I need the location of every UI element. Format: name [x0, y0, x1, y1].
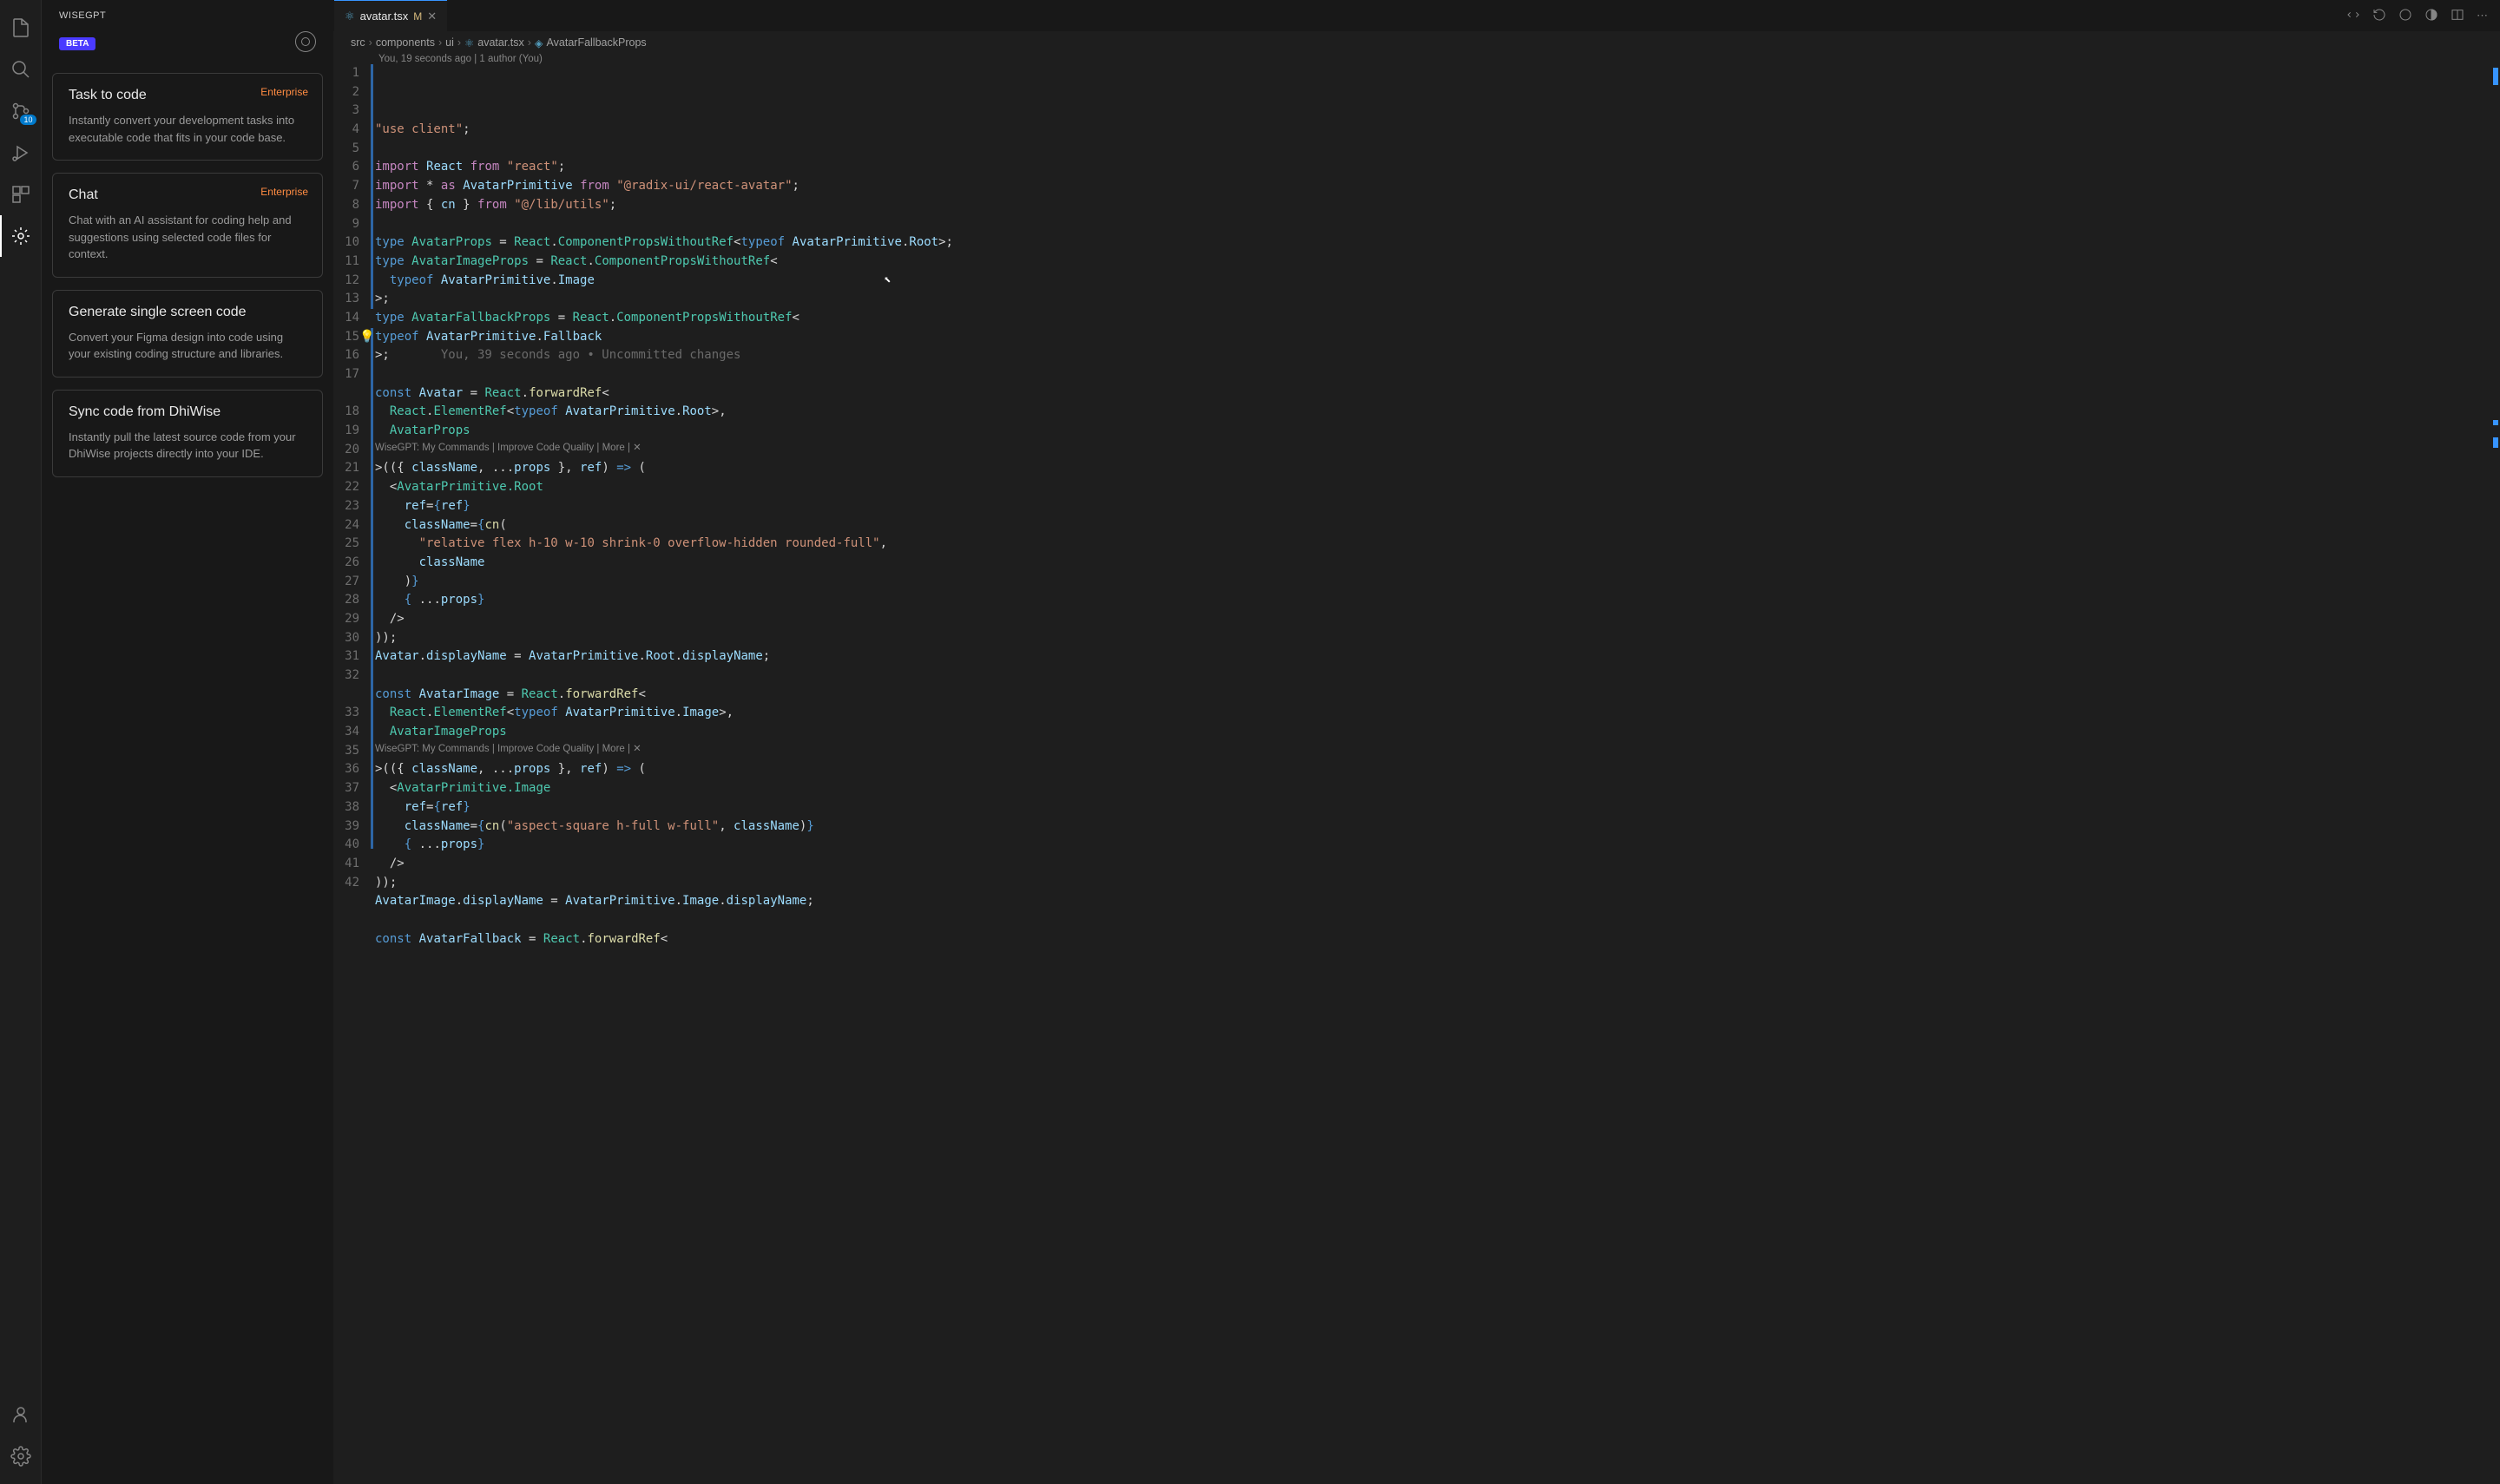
code-line[interactable]: type AvatarProps = React.ComponentPropsW…	[375, 233, 2488, 253]
code-line[interactable]: const AvatarFallback = React.forwardRef<	[375, 930, 2488, 949]
layout-icon[interactable]	[2451, 8, 2464, 24]
code-line[interactable]: ));	[375, 629, 2488, 648]
code-line[interactable]	[375, 215, 2488, 234]
code-line[interactable]: AvatarProps	[375, 422, 2488, 441]
sidebar-card[interactable]: Sync code from DhiWise Instantly pull the…	[52, 390, 323, 477]
search-icon[interactable]	[0, 49, 42, 90]
code-line[interactable]: <AvatarPrimitive.Image	[375, 779, 2488, 798]
split-icon[interactable]	[2424, 8, 2438, 24]
tab-modified-indicator: M	[413, 10, 422, 23]
code-line[interactable]: type AvatarFallbackProps = React.Compone…	[375, 309, 2488, 328]
code-line[interactable]	[375, 365, 2488, 384]
close-icon[interactable]: ✕	[427, 10, 437, 23]
card-desc: Convert your Figma design into code usin…	[69, 329, 306, 363]
card-desc: Chat with an AI assistant for coding hel…	[69, 212, 306, 263]
breadcrumb[interactable]: src › components › ui › ⚛ avatar.tsx › ◈…	[333, 31, 2500, 54]
code-line[interactable]: import * as AvatarPrimitive from "@radix…	[375, 177, 2488, 196]
code-line[interactable]: "relative flex h-10 w-10 shrink-0 overfl…	[375, 535, 2488, 554]
editor-area: ⚛ avatar.tsx M ✕ ⋯ src › components › ui…	[333, 0, 2500, 1484]
code-line[interactable]: AvatarImageProps	[375, 723, 2488, 742]
code-line[interactable]: "use client";	[375, 121, 2488, 140]
code-line[interactable]: >(({ className, ...props }, ref) => (	[375, 459, 2488, 478]
code-line[interactable]: className	[375, 554, 2488, 573]
source-control-badge: 10	[20, 115, 36, 125]
codelens[interactable]: WiseGPT: My Commands | Improve Code Qual…	[375, 441, 2488, 460]
card-title: Sync code from DhiWise	[69, 404, 306, 420]
react-file-icon: ⚛	[345, 10, 355, 23]
breadcrumb-part[interactable]: components	[376, 36, 435, 49]
code-line[interactable]: React.ElementRef<typeof AvatarPrimitive.…	[375, 704, 2488, 723]
code-line[interactable]	[375, 666, 2488, 686]
extensions-icon[interactable]	[0, 174, 42, 215]
code-line[interactable]: { ...props}	[375, 591, 2488, 610]
tab-bar: ⚛ avatar.tsx M ✕ ⋯	[333, 0, 2500, 31]
enterprise-tag: Enterprise	[260, 186, 308, 198]
source-control-icon[interactable]: 10	[0, 90, 42, 132]
code-line[interactable]: 💡typeof AvatarPrimitive.Fallback	[375, 328, 2488, 347]
debug-icon[interactable]	[0, 132, 42, 174]
sidebar-card[interactable]: EnterpriseTask to codeInstantly convert …	[52, 73, 323, 161]
symbol-icon: ◈	[535, 36, 543, 49]
code-line[interactable]: ref={ref}	[375, 497, 2488, 516]
sidebar-title: WISEGPT	[59, 10, 106, 21]
card-desc: Instantly convert your development tasks…	[69, 112, 306, 146]
breadcrumb-part[interactable]: src	[351, 36, 365, 49]
code-line[interactable]: />	[375, 855, 2488, 874]
code-editor[interactable]: 1234567891011121314151617 18192021222324…	[333, 64, 2500, 1484]
sidebar-card[interactable]: EnterpriseChatChat with an AI assistant …	[52, 173, 323, 278]
code-line[interactable]: />	[375, 610, 2488, 629]
sidebar-card[interactable]: Generate single screen code Convert your …	[52, 290, 323, 378]
code-line[interactable]: )}	[375, 573, 2488, 592]
code-line[interactable]: Avatar.displayName = AvatarPrimitive.Roo…	[375, 647, 2488, 666]
code-line[interactable]: typeof AvatarPrimitive.Image	[375, 272, 2488, 291]
profile-icon[interactable]	[295, 31, 316, 52]
code-line[interactable]: const AvatarImage = React.forwardRef<	[375, 686, 2488, 705]
codelens[interactable]: WiseGPT: My Commands | Improve Code Qual…	[375, 742, 2488, 761]
breadcrumb-part[interactable]: ui	[445, 36, 454, 49]
code-line[interactable]: AvatarImage.displayName = AvatarPrimitiv…	[375, 892, 2488, 911]
revert-icon[interactable]	[2372, 8, 2386, 24]
code-line[interactable]: ref={ref}	[375, 798, 2488, 818]
activity-bar: 10	[0, 0, 42, 1484]
code-line[interactable]: import React from "react";	[375, 158, 2488, 177]
tab-filename: avatar.tsx	[360, 10, 409, 23]
more-icon[interactable]: ⋯	[2477, 9, 2488, 23]
breadcrumb-part[interactable]: AvatarFallbackProps	[547, 36, 647, 49]
code-line[interactable]: { ...props}	[375, 836, 2488, 855]
wisegpt-icon[interactable]	[0, 215, 42, 257]
enterprise-tag: Enterprise	[260, 86, 308, 98]
code-line[interactable]: const Avatar = React.forwardRef<	[375, 384, 2488, 404]
accounts-icon[interactable]	[0, 1394, 42, 1435]
card-desc: Instantly pull the latest source code fr…	[69, 429, 306, 463]
settings-icon[interactable]	[0, 1435, 42, 1477]
minimap[interactable]	[2488, 64, 2500, 1484]
card-title: Generate single screen code	[69, 305, 306, 320]
beta-badge: BETA	[59, 37, 95, 50]
run-icon[interactable]	[2398, 8, 2412, 24]
compare-icon[interactable]	[2346, 8, 2360, 24]
code-line[interactable]: import { cn } from "@/lib/utils";	[375, 196, 2488, 215]
code-line[interactable]: ));	[375, 874, 2488, 893]
code-line[interactable]: className={cn(	[375, 516, 2488, 535]
git-authors-codelens[interactable]: You, 19 seconds ago | 1 author (You)	[333, 54, 2500, 64]
explorer-icon[interactable]	[0, 7, 42, 49]
code-line[interactable]: className={cn("aspect-square h-full w-fu…	[375, 818, 2488, 837]
code-line[interactable]: >(({ className, ...props }, ref) => (	[375, 760, 2488, 779]
code-line[interactable]: React.ElementRef<typeof AvatarPrimitive.…	[375, 403, 2488, 422]
code-line[interactable]: <AvatarPrimitive.Root	[375, 478, 2488, 497]
code-line[interactable]: >; You, 39 seconds ago • Uncommitted cha…	[375, 346, 2488, 365]
code-line[interactable]	[375, 911, 2488, 930]
react-file-icon: ⚛	[464, 36, 474, 49]
sidebar-panel: WISEGPT BETA EnterpriseTask to codeInsta…	[42, 0, 333, 1484]
editor-tab[interactable]: ⚛ avatar.tsx M ✕	[334, 0, 447, 31]
breadcrumb-part[interactable]: avatar.tsx	[477, 36, 524, 49]
code-line[interactable]: type AvatarImageProps = React.ComponentP…	[375, 253, 2488, 272]
code-line[interactable]: >;	[375, 290, 2488, 309]
code-line[interactable]	[375, 140, 2488, 159]
editor-actions: ⋯	[2346, 0, 2500, 31]
